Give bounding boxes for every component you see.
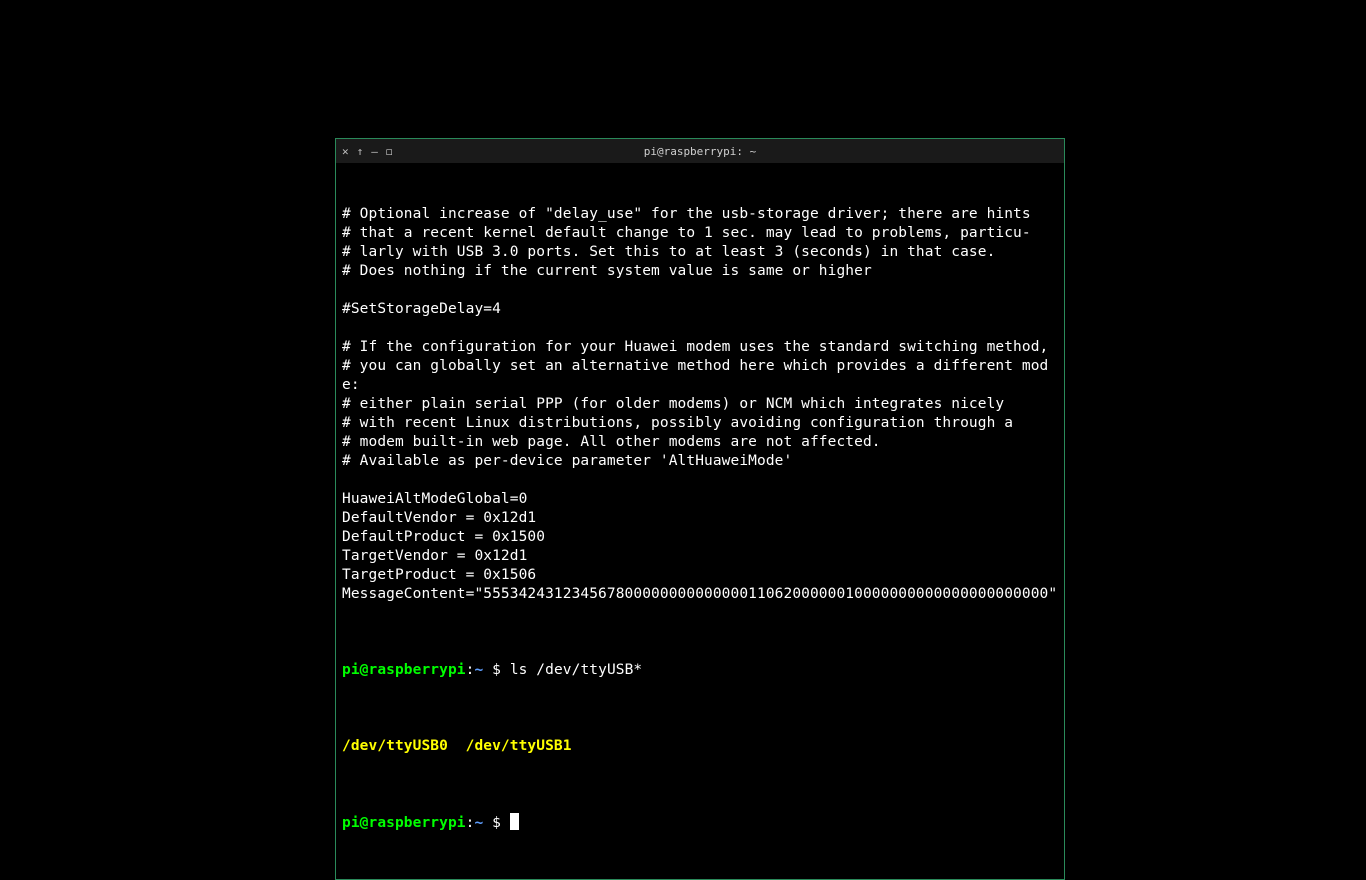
terminal-window: ✕ ↑ — ◻ pi@raspberrypi: ~ # Optional inc… xyxy=(335,138,1065,880)
output-line: #SetStorageDelay=4 xyxy=(342,300,1058,319)
output-line: # Does nothing if the current system val… xyxy=(342,262,1058,281)
output-line: DefaultProduct = 0x1500 xyxy=(342,528,1058,547)
prompt-line-2: pi@raspberrypi:~ $ xyxy=(342,813,1058,833)
prompt-cwd: ~ xyxy=(474,815,483,831)
output-line: # with recent Linux distributions, possi… xyxy=(342,414,1058,433)
output-line: # that a recent kernel default change to… xyxy=(342,224,1058,243)
prompt-cwd: ~ xyxy=(474,662,483,678)
up-icon[interactable]: ↑ xyxy=(357,146,364,157)
config-file-output: # Optional increase of "delay_use" for t… xyxy=(342,205,1058,604)
command-1: ls /dev/ttyUSB* xyxy=(510,662,642,678)
titlebar[interactable]: ✕ ↑ — ◻ pi@raspberrypi: ~ xyxy=(336,139,1064,163)
maximize-icon[interactable]: ◻ xyxy=(386,146,393,157)
ls-output: /dev/ttyUSB0 /dev/ttyUSB1 xyxy=(342,737,1058,756)
minimize-icon[interactable]: — xyxy=(371,146,378,157)
output-line: TargetVendor = 0x12d1 xyxy=(342,547,1058,566)
output-line xyxy=(342,281,1058,300)
output-line: DefaultVendor = 0x12d1 xyxy=(342,509,1058,528)
output-line: # larly with USB 3.0 ports. Set this to … xyxy=(342,243,1058,262)
prompt-colon: : xyxy=(466,815,475,831)
close-icon[interactable]: ✕ xyxy=(342,146,349,157)
output-line xyxy=(342,319,1058,338)
window-title: pi@raspberrypi: ~ xyxy=(336,145,1064,158)
output-line: # Available as per-device parameter 'Alt… xyxy=(342,452,1058,471)
cursor xyxy=(510,813,519,830)
prompt-dollar: $ xyxy=(483,662,510,678)
prompt-dollar: $ xyxy=(483,815,510,831)
prompt-user: pi@raspberrypi xyxy=(342,815,466,831)
output-line: MessageContent="555342431234567800000000… xyxy=(342,585,1058,604)
output-line: # If the configuration for your Huawei m… xyxy=(342,338,1058,357)
prompt-user: pi@raspberrypi xyxy=(342,662,466,678)
output-line xyxy=(342,471,1058,490)
output-line: # either plain serial PPP (for older mod… xyxy=(342,395,1058,414)
output-line: # modem built-in web page. All other mod… xyxy=(342,433,1058,452)
output-line: # you can globally set an alternative me… xyxy=(342,357,1058,395)
terminal-body[interactable]: # Optional increase of "delay_use" for t… xyxy=(336,163,1064,879)
output-line: TargetProduct = 0x1506 xyxy=(342,566,1058,585)
output-line: # Optional increase of "delay_use" for t… xyxy=(342,205,1058,224)
prompt-line-1: pi@raspberrypi:~ $ ls /dev/ttyUSB* xyxy=(342,661,1058,680)
output-line: HuaweiAltModeGlobal=0 xyxy=(342,490,1058,509)
titlebar-buttons: ✕ ↑ — ◻ xyxy=(342,146,393,157)
